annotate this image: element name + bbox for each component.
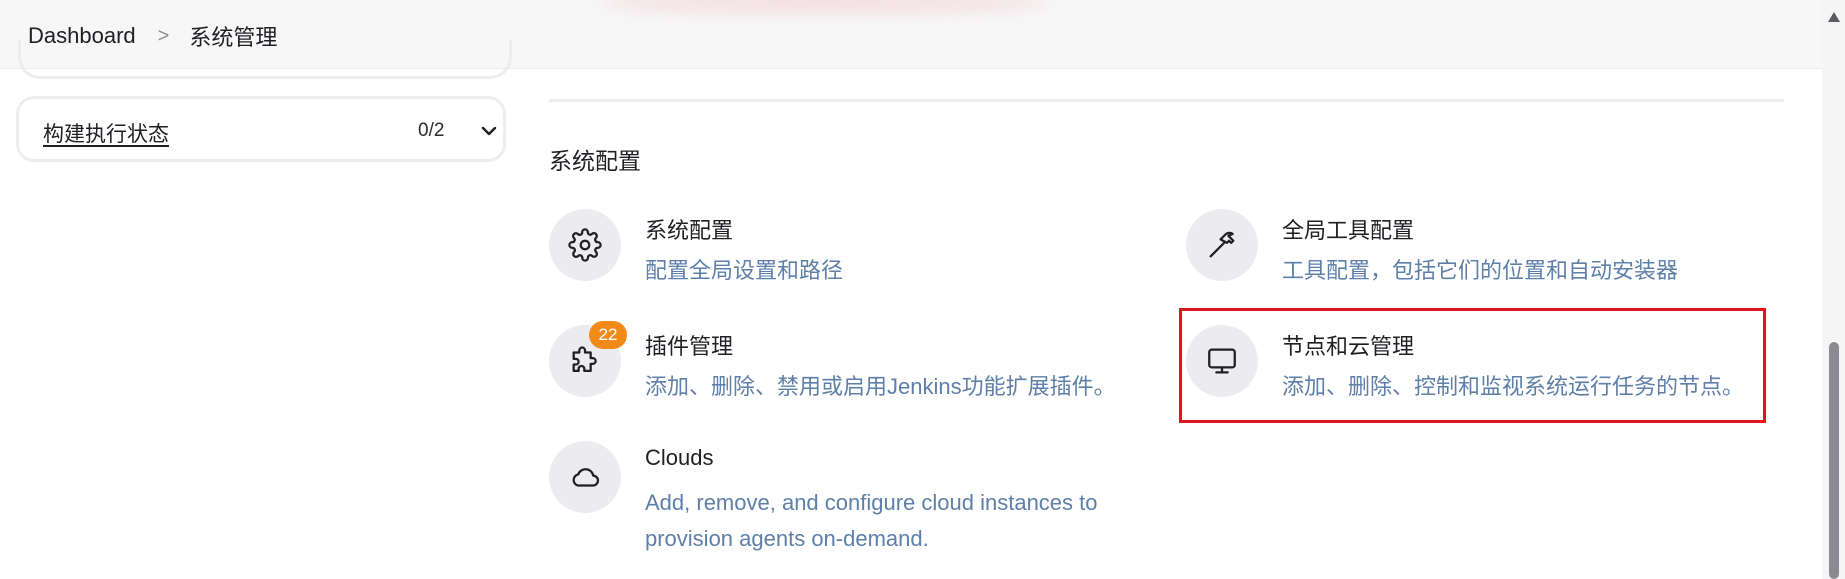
chevron-down-icon[interactable] <box>479 121 499 141</box>
hammer-icon <box>1209 231 1235 258</box>
page: Dashboard > 系统管理 构建执行状态 0/2 系统配置 系统配置 配置… <box>0 0 1845 579</box>
header-glow <box>600 0 1050 14</box>
executor-status-link[interactable]: 构建执行状态 <box>43 118 169 148</box>
item-title: 插件管理 <box>645 334 734 359</box>
section-divider <box>549 99 1784 102</box>
manage-item-plugin-manager[interactable]: 22 插件管理 添加、删除、禁用或启用Jenkins功能扩展插件。 <box>549 321 1129 405</box>
manage-item-nodes-and-clouds[interactable]: 节点和云管理 添加、删除、控制和监视系统运行任务的节点。 <box>1186 325 1766 405</box>
cloud-icon-circle <box>549 441 621 513</box>
executor-count: 0/2 <box>418 120 445 141</box>
item-title: Clouds <box>645 445 714 470</box>
section-title: 系统配置 <box>549 148 641 174</box>
vertical-scrollbar[interactable] <box>1822 0 1845 579</box>
gear-icon-circle <box>549 209 621 281</box>
item-description: Add, remove, and configure cloud instanc… <box>645 490 1098 551</box>
sidebar-card-above <box>18 40 512 79</box>
scroll-up-arrow-icon[interactable] <box>1828 12 1840 22</box>
monitor-icon-circle <box>1186 325 1258 397</box>
item-title: 全局工具配置 <box>1282 218 1415 243</box>
plugin-updates-badge: 22 <box>589 321 627 349</box>
executor-status-card: 构建执行状态 0/2 <box>16 96 506 162</box>
gear-icon <box>568 228 602 262</box>
manage-item-system-config[interactable]: 系统配置 配置全局设置和路径 <box>549 209 1069 289</box>
monitor-icon <box>1208 348 1236 374</box>
cloud-icon <box>572 468 600 487</box>
manage-item-clouds[interactable]: Clouds Add, remove, and configure cloud … <box>549 441 1129 551</box>
item-title: 节点和云管理 <box>1282 334 1415 359</box>
item-description: 工具配置，包括它们的位置和自动安装器 <box>1282 258 1679 283</box>
puzzle-icon <box>572 346 597 373</box>
scrollbar-thumb[interactable] <box>1829 342 1839 579</box>
item-description: 配置全局设置和路径 <box>645 258 844 283</box>
item-description: 添加、删除、禁用或启用Jenkins功能扩展插件。 <box>645 374 1116 399</box>
manage-item-global-tool-config[interactable]: 全局工具配置 工具配置，包括它们的位置和自动安装器 <box>1186 209 1766 289</box>
item-title: 系统配置 <box>645 218 734 243</box>
item-description: 添加、删除、控制和监视系统运行任务的节点。 <box>1282 374 1745 399</box>
hammer-icon-circle <box>1186 209 1258 281</box>
